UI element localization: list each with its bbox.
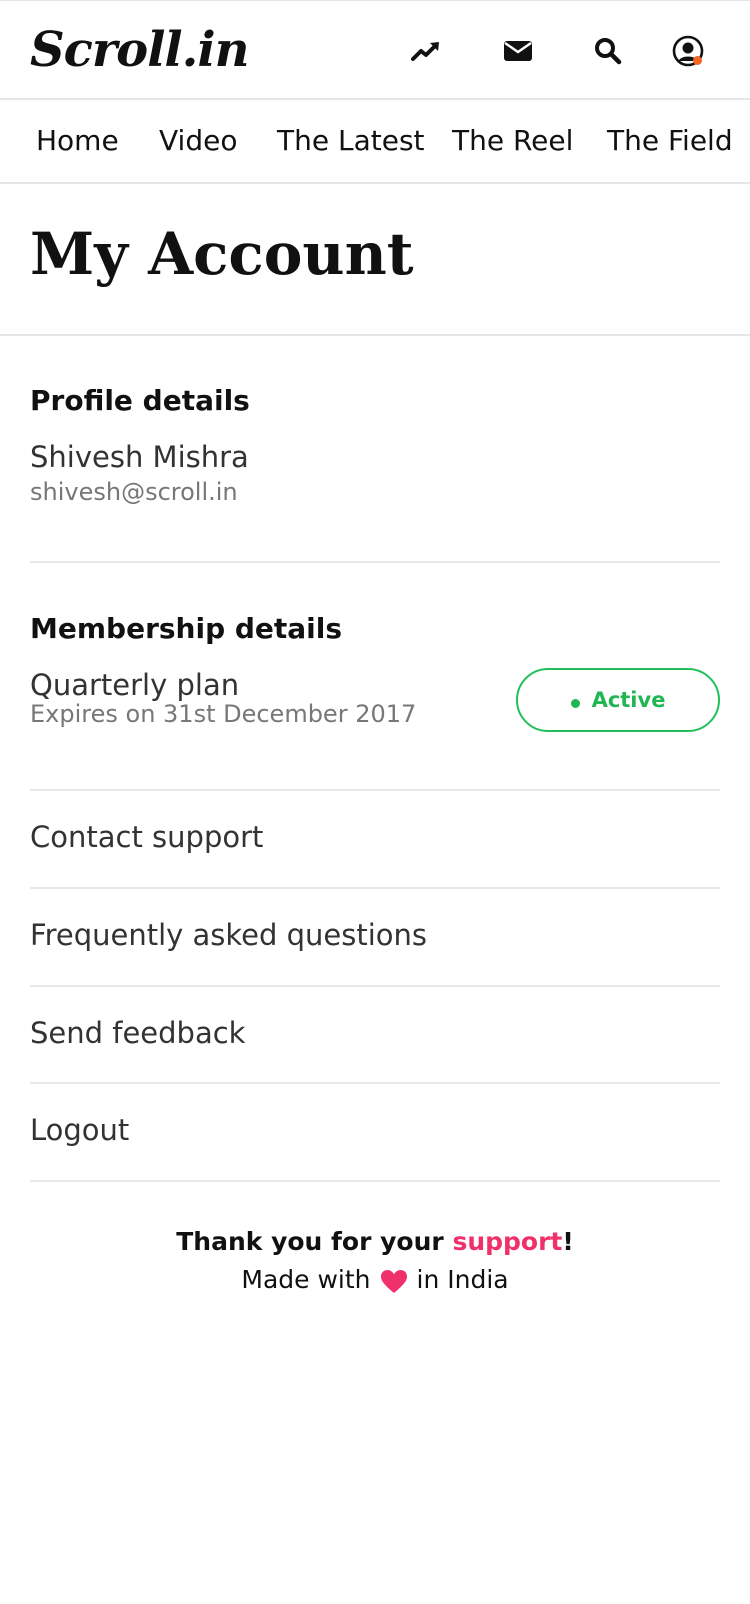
mail-icon [503, 39, 533, 63]
thank-you-suffix: ! [562, 1227, 574, 1256]
status-badge: Active [516, 668, 720, 732]
profile-name: Shivesh Mishra [30, 440, 249, 474]
section-nav: Home Video The Latest The Reel The Field [0, 100, 750, 184]
search-button[interactable] [586, 29, 630, 73]
newsletter-button[interactable] [496, 29, 540, 73]
profile-email: shivesh@scroll.in [30, 478, 238, 506]
nav-item-home[interactable]: Home [36, 100, 119, 182]
thank-you-message: Thank you for your support! [0, 1222, 750, 1262]
membership-heading: Membership details [30, 612, 343, 645]
divider [30, 561, 720, 563]
nav-item-the-latest[interactable]: The Latest [277, 100, 425, 182]
trending-icon [411, 40, 441, 62]
send-feedback-link[interactable]: Send feedback [30, 985, 720, 1081]
made-in-india-line: Made with in India [0, 1262, 750, 1304]
trending-button[interactable] [404, 29, 448, 73]
thank-you-prefix: Thank you for your [176, 1227, 453, 1256]
support-link[interactable]: support [452, 1227, 562, 1256]
search-icon [594, 37, 622, 65]
made-with-prefix: Made with [241, 1265, 371, 1294]
status-label: Active [591, 688, 666, 712]
account-button[interactable] [666, 29, 710, 73]
membership-expiry: Expires on 31st December 2017 [30, 700, 417, 728]
divider [30, 1180, 720, 1182]
heart-icon [380, 1268, 407, 1304]
faq-link[interactable]: Frequently asked questions [30, 887, 720, 983]
logout-link[interactable]: Logout [30, 1082, 720, 1178]
nav-item-video[interactable]: Video [159, 100, 237, 182]
nav-item-the-field[interactable]: The Field [607, 100, 733, 182]
notification-dot [693, 56, 702, 65]
page-title: My Account [30, 220, 414, 288]
top-header: Scroll.in [0, 0, 750, 100]
divider [0, 334, 750, 336]
contact-support-link[interactable]: Contact support [30, 789, 720, 885]
nav-item-the-reel[interactable]: The Reel [452, 100, 573, 182]
made-with-suffix: in India [416, 1265, 509, 1294]
status-dot [570, 698, 580, 708]
profile-heading: Profile details [30, 384, 250, 417]
scroll-logo[interactable]: Scroll.in [30, 15, 250, 85]
